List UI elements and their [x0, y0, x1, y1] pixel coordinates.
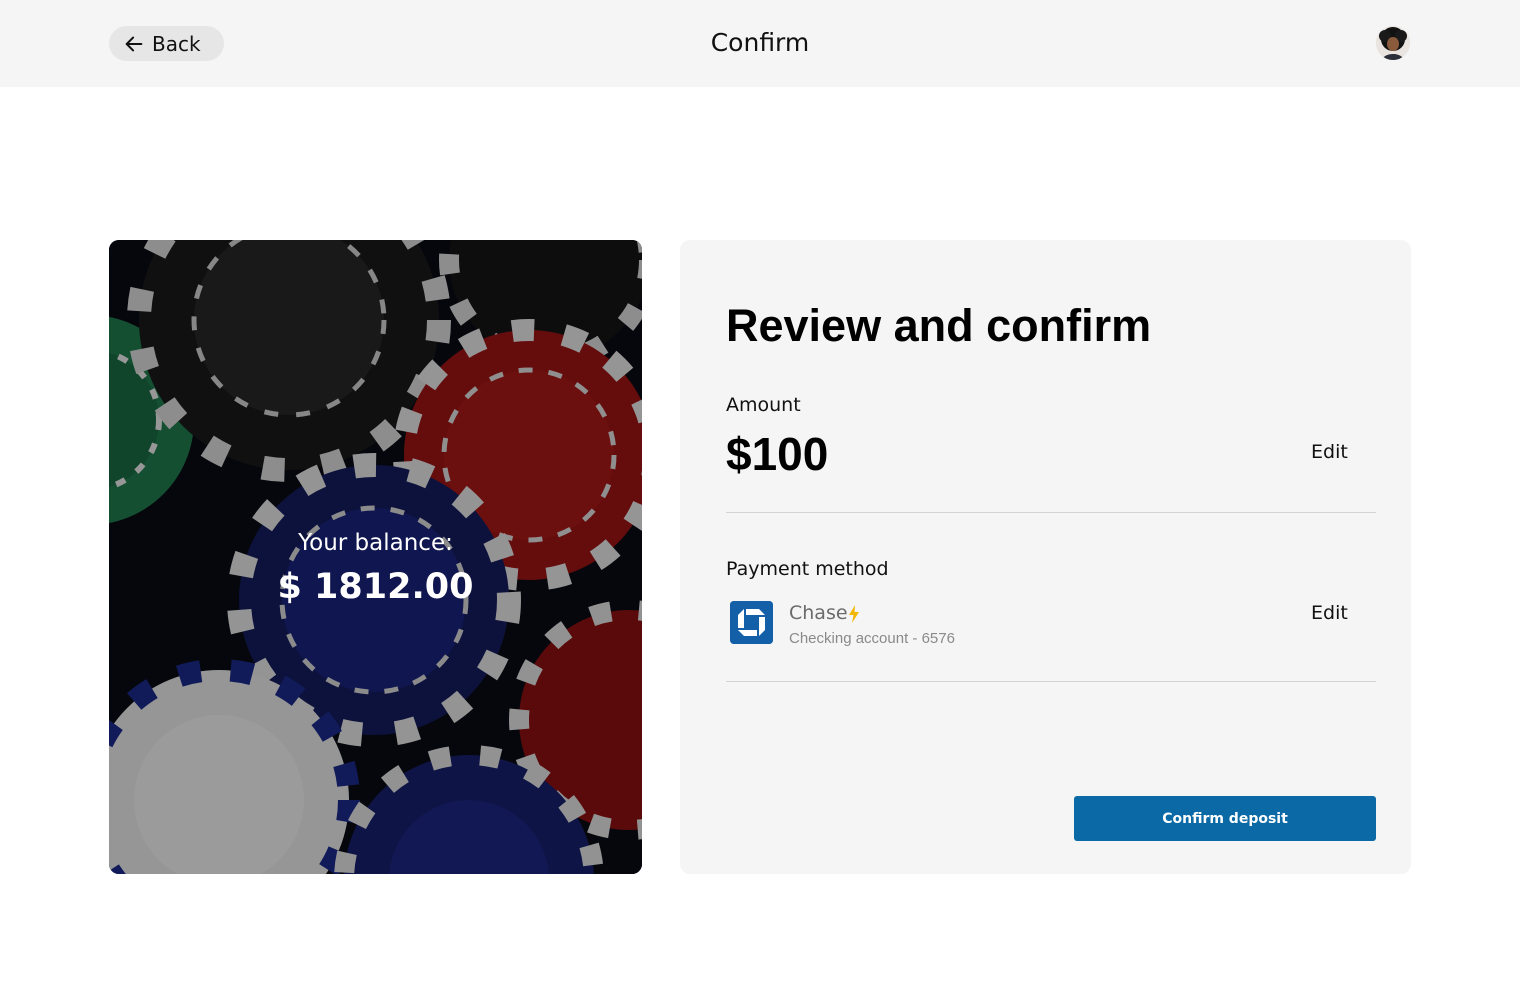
page-title: Confirm — [710, 28, 810, 57]
lightning-bolt-icon — [849, 605, 859, 623]
bank-name: Chase — [789, 602, 848, 624]
review-title: Review and confirm — [726, 300, 1152, 351]
balance-label: Your balance: — [298, 530, 453, 556]
chase-logo-icon — [730, 601, 773, 644]
top-bar: Back Confirm — [0, 0, 1520, 87]
image-overlay — [109, 240, 642, 874]
amount-label: Amount — [726, 394, 801, 416]
edit-amount-link[interactable]: Edit — [1311, 441, 1348, 463]
user-avatar[interactable] — [1376, 26, 1410, 60]
avatar-image — [1376, 26, 1410, 60]
balance-value: $ 1812.00 — [277, 567, 474, 607]
confirm-deposit-button[interactable]: Confirm deposit — [1074, 796, 1376, 841]
payment-method-label: Payment method — [726, 558, 889, 580]
divider — [726, 681, 1376, 682]
amount-value: $100 — [726, 428, 829, 480]
account-detail: Checking account - 6576 — [789, 630, 955, 647]
balance-card: Your balance: $ 1812.00 — [109, 240, 642, 874]
review-card: Review and confirm Amount $100 Edit Paym… — [680, 240, 1411, 874]
divider — [726, 512, 1376, 513]
edit-payment-link[interactable]: Edit — [1311, 602, 1348, 624]
